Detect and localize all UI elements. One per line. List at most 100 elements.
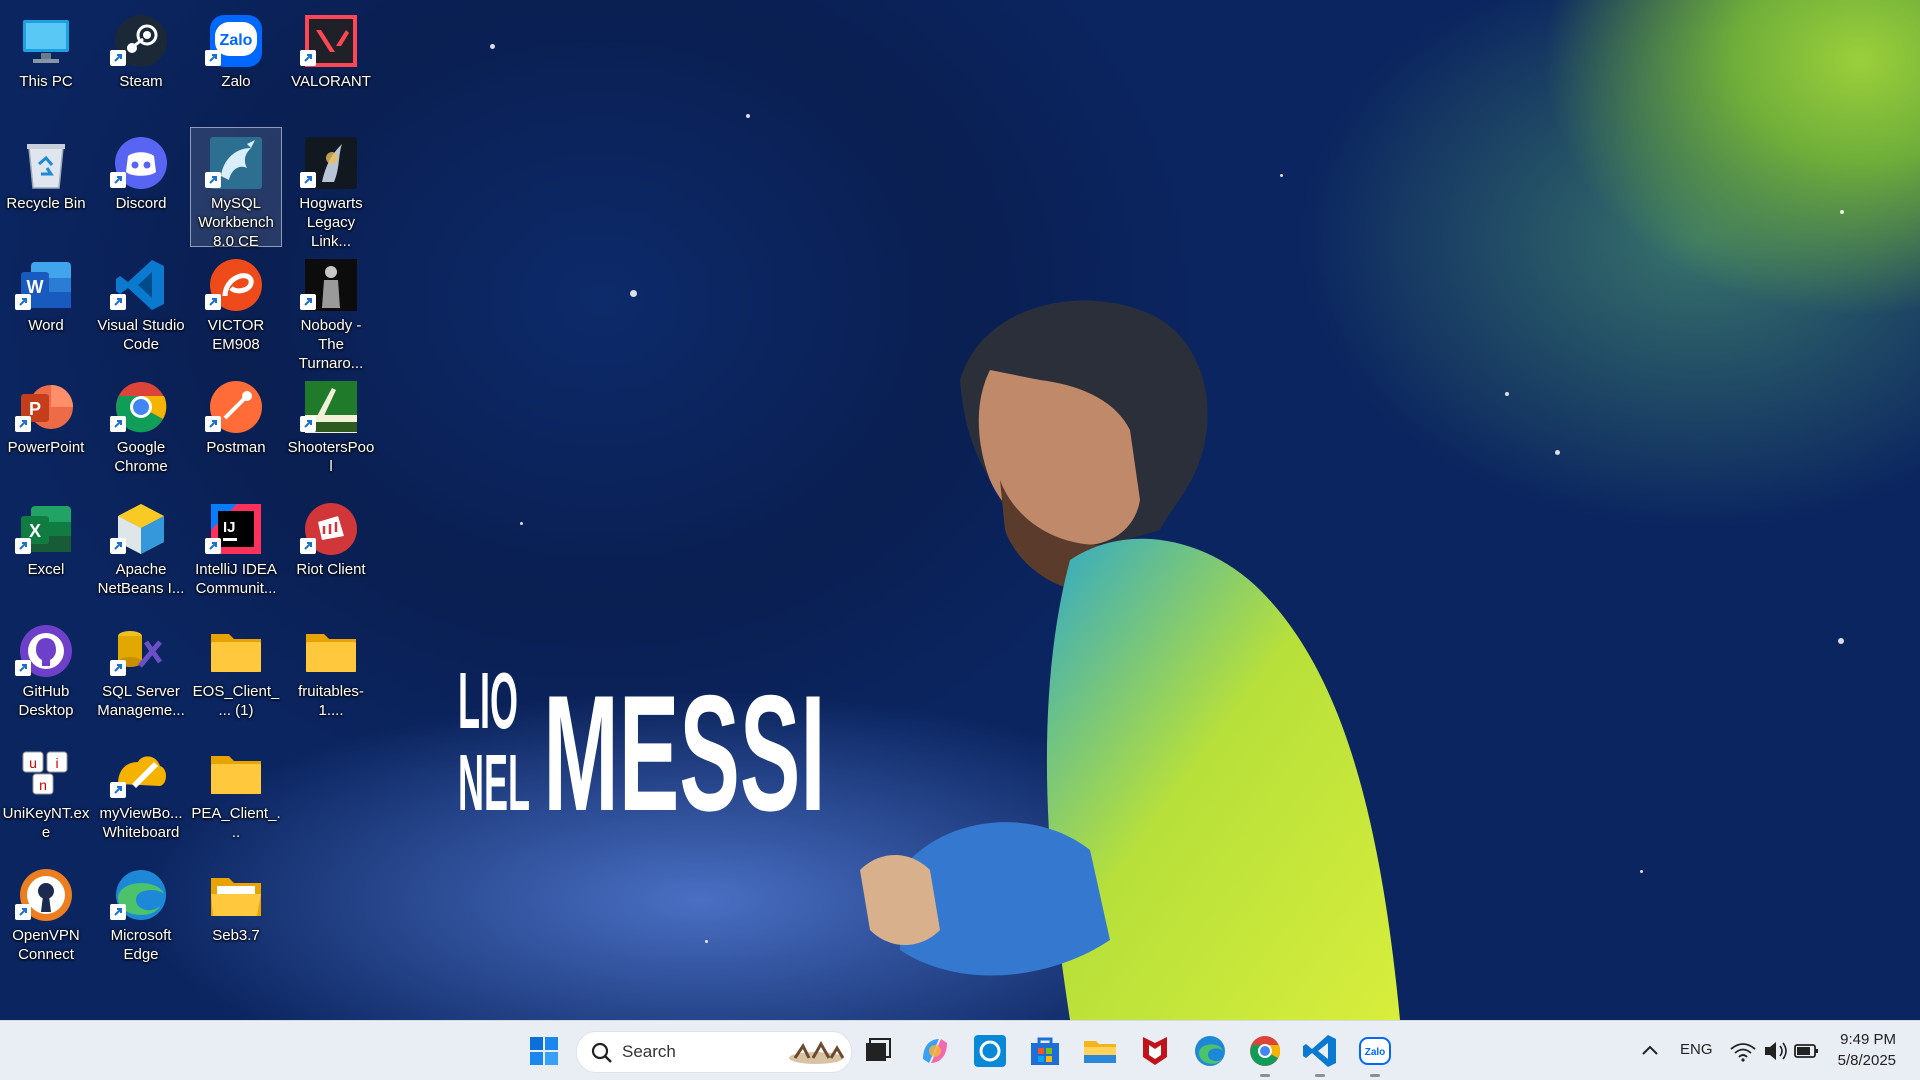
player-silhouette [860,300,1400,1020]
desktop-icon-grid: This PC Steam Zalo Zalo VALORANT Recycle Bin D… [0,0,400,1020]
svg-text:i: i [55,755,58,771]
taskbar-zalo-button[interactable]: Zalo [1355,1031,1395,1077]
shortcut-arrow-icon [110,904,126,920]
desktop-icon-discord[interactable]: Discord [96,128,186,246]
desktop-icon-this-pc[interactable]: This PC [1,6,91,124]
taskbar: Search Zalo ENG 9:49 PM 5/8/2025 [0,1020,1920,1080]
shortcut-arrow-icon [205,416,221,432]
cortana-icon [974,1035,1006,1067]
desktop-icon-intellij[interactable]: IJ IntelliJ IDEA Communit... [191,494,281,612]
search-highlight-icon [789,1040,845,1064]
desktop-icon-edge[interactable]: Microsoft Edge [96,860,186,978]
desktop-icon-zalo[interactable]: Zalo Zalo [191,6,281,124]
svg-text:IJ: IJ [223,519,236,536]
desktop-icon-label: Word [28,317,64,334]
desktop-icon-label: Visual Studio Code [97,317,185,353]
desktop-icon-word[interactable]: W Word [1,250,91,368]
start-icon [530,1037,558,1065]
taskbar-chrome-button[interactable] [1245,1031,1285,1077]
desktop-icon-riot[interactable]: Riot Client [286,494,376,612]
svg-text:P: P [29,399,41,419]
desktop-icon-label: Microsoft Edge [110,927,172,963]
svg-text:u: u [29,755,37,771]
shortcut-arrow-icon [15,538,31,554]
shortcut-arrow-icon [110,172,126,188]
desktop-icon-victor[interactable]: VICTOR EM908 [191,250,281,368]
desktop-icon-hogwarts[interactable]: Hogwarts Legacy Link... [286,128,376,250]
desktop-icon-label: Apache NetBeans I... [97,561,185,597]
desktop-icon-postman[interactable]: Postman [191,372,281,490]
shortcut-arrow-icon [205,50,221,66]
file-explorer-button[interactable] [1080,1031,1120,1071]
desktop-icon-fruitables[interactable]: fruitables-1.... [286,616,376,734]
desktop-icon-github[interactable]: GitHub Desktop [1,616,91,734]
running-indicator [1315,1074,1325,1077]
mcafee-button[interactable] [1135,1031,1175,1071]
taskbar-vscode-button[interactable] [1300,1031,1340,1077]
microsoft-store-button[interactable] [1025,1031,1065,1071]
desktop-icon-unikey[interactable]: u i n UniKeyNT.exe [1,738,91,856]
desktop-icon-eos-client[interactable]: EOS_Client_... (1) [191,616,281,734]
desktop-icon-mysql-workbench[interactable]: MySQL Workbench 8.0 CE [190,127,282,250]
shortcut-arrow-icon [110,294,126,310]
desktop-icon-label: PowerPoint [7,439,85,456]
desktop-icon-label: Nobody - The Turnaro... [298,317,364,372]
desktop-icon-powerpoint[interactable]: P PowerPoint [1,372,91,490]
copilot-button[interactable] [915,1031,955,1071]
desktop-icon-label: PEA_Client_... [191,805,281,841]
recycle-bin-icon [27,144,65,189]
desktop-icon-openvpn[interactable]: OpenVPN Connect [1,860,91,978]
shortcut-arrow-icon [300,538,316,554]
desktop-icon-label: Hogwarts Legacy Link... [299,195,363,250]
wordmark-messi: MESSI [543,661,825,820]
desktop-icon-label: Recycle Bin [6,195,86,212]
desktop-icon-steam[interactable]: Steam [96,6,186,124]
cortana-button[interactable] [970,1031,1010,1071]
desktop-icon-myviewboard[interactable]: myViewBo... Whiteboard [96,738,186,856]
edge-icon [1195,1036,1225,1066]
shortcut-arrow-icon [15,660,31,676]
start-button[interactable] [524,1031,564,1071]
desktop-icon-vscode[interactable]: Visual Studio Code [96,250,186,368]
desktop-icon-excel[interactable]: X Excel [1,494,91,612]
folder-icon [211,634,261,672]
clock-date[interactable]: 5/8/2025 [1826,1052,1896,1069]
desktop-icon-shooterspool[interactable]: ShootersPool [286,372,376,490]
show-hidden-icons-button[interactable] [1630,1031,1670,1071]
desktop-icon-valorant[interactable]: VALORANT [286,6,376,124]
desktop-icon-seb[interactable]: Seb3.7 [191,860,281,978]
file-explorer-icon [1084,1041,1116,1063]
desktop-icon-netbeans[interactable]: Apache NetBeans I... [96,494,186,612]
desktop-icon-recycle-bin[interactable]: Recycle Bin [1,128,91,246]
desktop-icon-ssms[interactable]: SQL Server Manageme... [96,616,186,734]
language-indicator[interactable]: ENG [1680,1041,1713,1058]
taskbar-edge-button[interactable] [1190,1031,1230,1071]
desktop-icon-label: IntelliJ IDEA Communit... [195,561,277,597]
desktop-icon-label: Postman [206,439,266,456]
clock-time[interactable]: 9:49 PM [1836,1031,1896,1048]
copilot-icon [923,1039,947,1063]
running-indicator [1370,1074,1380,1077]
shortcut-arrow-icon [205,538,221,554]
unikey-icon: u in [22,751,68,795]
wordmark-lio: LIO [458,657,518,746]
shortcut-arrow-icon [15,904,31,920]
desktop-icon-nobody[interactable]: Nobody - The Turnaro... [286,250,376,372]
desktop-icon-label: UniKeyNT.exe [2,805,90,841]
folder-icon [211,756,261,794]
desktop-icon-pea-client[interactable]: PEA_Client_... [191,738,281,856]
desktop-icon-label: Steam [119,73,163,90]
desktop-icon-label: This PC [19,73,73,90]
desktop-icon-label: Excel [27,561,65,578]
desktop-icon-label: Seb3.7 [212,927,260,944]
shortcut-arrow-icon [300,416,316,432]
taskbar-search-box[interactable]: Search [576,1031,852,1073]
desktop-icon-chrome[interactable]: Google Chrome [96,372,186,490]
desktop-icon-label: myViewBo... Whiteboard [99,805,183,841]
shortcut-arrow-icon [110,416,126,432]
desktop-icon-label: Zalo [221,73,251,90]
quick-settings-button[interactable] [1723,1031,1823,1071]
task-view-button[interactable] [858,1031,898,1071]
desktop-icon-label: EOS_Client_... (1) [192,683,280,719]
microsoft-store-icon [1031,1037,1059,1065]
